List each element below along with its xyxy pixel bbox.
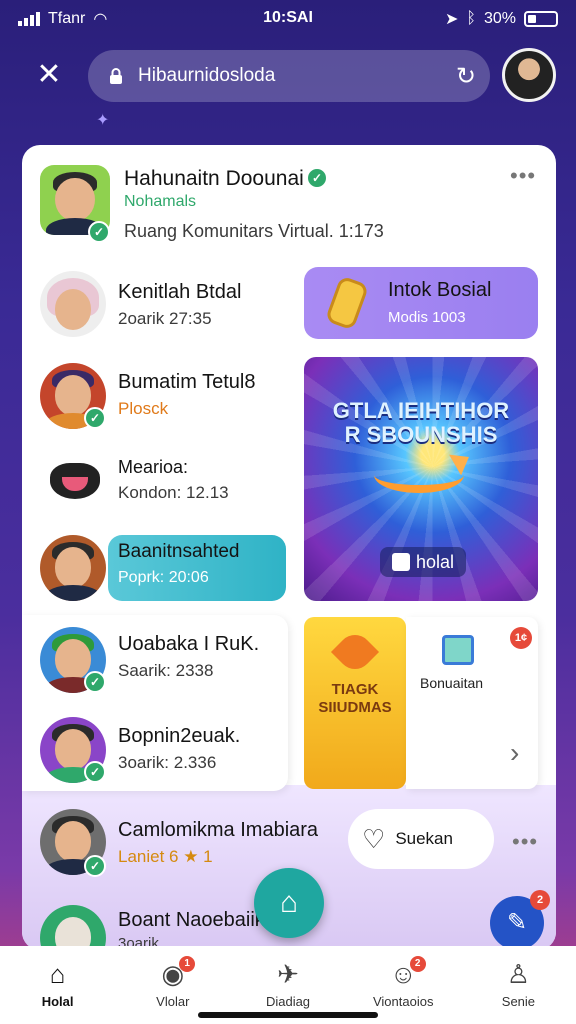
list-item-title[interactable]: Boant Naoebaiik <box>118 909 265 932</box>
list-item-title[interactable]: Bopnin2euak. <box>118 725 240 748</box>
heart-icon: ♡ <box>362 823 386 854</box>
banner-app-label: holal <box>416 552 455 572</box>
list-item-subtitle: 2oarik 27:35 <box>118 309 212 328</box>
video-icon: ◉ <box>161 959 185 989</box>
refresh-icon[interactable]: ↻ <box>456 62 476 91</box>
verified-icon: ✓ <box>84 671 106 693</box>
bluetooth-icon: ᛒ <box>466 10 476 27</box>
profile-avatar[interactable] <box>502 48 556 102</box>
remote-icon <box>324 275 370 331</box>
lock-icon <box>110 68 122 84</box>
post-subtitle: Ruang Komunitars Virtual. 1:173 <box>124 221 384 241</box>
house-icon: ⌂ <box>279 886 299 919</box>
feed-card: ✓ Hahunaitn Doounai ✓ Nohamals Ruang Kom… <box>22 145 556 950</box>
image-icon <box>442 635 474 665</box>
people-icon: ☺ <box>389 959 417 989</box>
battery-level <box>528 15 536 23</box>
game-tile[interactable]: TIAGK SIIUDMAS <box>304 617 406 789</box>
notification-badge: 2 <box>530 890 550 910</box>
promo-banner[interactable]: GTLA IEIHTIHOR R SBOUNSHIS holal <box>304 357 538 601</box>
status-right: ➤ ᛒ 30% <box>445 9 558 29</box>
compass-icon: ✈ <box>277 959 299 989</box>
music-tile[interactable]: Intok Bosial Modis 1003 <box>304 267 538 339</box>
sparkle-icon: ✦ <box>96 112 110 129</box>
more-options-icon[interactable]: ••• <box>512 829 538 855</box>
battery-label: 30% <box>483 10 516 27</box>
post-author: Hahunaitn Doounai <box>124 167 304 190</box>
chevron-right-icon[interactable]: › <box>510 737 519 769</box>
edit-icon: ✎ <box>506 909 528 936</box>
list-item-subtitle: Poprk: 20:06 <box>118 569 209 586</box>
home-icon: ⌂ <box>49 959 66 989</box>
save-chip-label: Suekan <box>395 829 453 848</box>
banner-headline: GTLA IEIHTIHOR R SBOUNSHIS <box>332 398 510 447</box>
search-text: Hibaurnidosloda <box>138 65 276 86</box>
tile-subtitle: Modis 1003 <box>388 309 466 326</box>
list-item-subtitle: Plosck <box>118 399 169 418</box>
list-item-subtitle: Laniet 6 ★ 1 <box>118 847 213 866</box>
close-icon: ✕ <box>36 58 62 91</box>
verified-icon: ✓ <box>84 855 106 877</box>
bonus-label: Bonuaitan <box>420 675 484 691</box>
verified-icon: ✓ <box>88 221 110 243</box>
bonus-tile[interactable]: Bonuaitan 1¢ › <box>406 617 538 789</box>
tab-label: Senie <box>501 994 536 1009</box>
list-item-title[interactable]: Mearioa: <box>118 457 188 478</box>
list-item-title[interactable]: Bumatim Tetul8 <box>118 371 255 394</box>
list-item-subtitle: Saarik: 2338 <box>118 661 214 680</box>
person-icon: ♙ <box>506 959 531 989</box>
list-item-subtitle: 3oarik: 2.336 <box>118 753 217 772</box>
arrow-icon <box>374 457 464 493</box>
list-item-title[interactable]: Kenitlah Btdal <box>118 281 241 304</box>
verified-icon: ✓ <box>84 407 106 429</box>
banner-app-button[interactable]: holal <box>380 547 467 577</box>
notification-badge: 2 <box>409 956 426 972</box>
tab-label: Holal <box>41 994 74 1009</box>
close-button[interactable]: ✕ <box>30 56 68 94</box>
tab-profile[interactable]: ♙ Senie <box>461 946 576 1024</box>
tab-label: Diadiag <box>265 994 311 1009</box>
list-item-subtitle: Kondon: 12.13 <box>118 483 229 502</box>
avatar[interactable] <box>40 271 106 337</box>
tab-label: Viontaoios <box>372 994 434 1009</box>
verified-icon: ✓ <box>84 761 106 783</box>
list-item-title[interactable]: Baanitnsahted <box>118 541 240 563</box>
tab-label: Vlolar <box>156 994 190 1009</box>
home-fab-button[interactable]: ⌂ <box>254 868 324 938</box>
battery-icon <box>524 11 558 27</box>
avatar[interactable] <box>40 535 106 601</box>
post-tag: Nohamals <box>124 193 197 210</box>
list-item-title[interactable]: Camlomikma Imabiara <box>118 819 318 842</box>
verified-icon: ✓ <box>306 167 328 189</box>
tile-title: Intok Bosial <box>388 279 492 301</box>
more-options-icon[interactable]: ••• <box>510 163 536 189</box>
search-bar[interactable]: Hibaurnidosloda ↻ <box>88 50 490 102</box>
game-tile-title: TIAGK SIIUDMAS <box>318 681 392 716</box>
status-bar: Tfanr ◠ 10:SAI ➤ ᛒ 30% <box>0 0 576 38</box>
list-item-title[interactable]: Uoabaka I RuK. <box>118 633 259 656</box>
emoji-avatar-icon[interactable] <box>50 463 100 499</box>
home-indicator <box>198 1012 378 1018</box>
leaf-icon <box>330 627 380 677</box>
save-chip[interactable]: ♡ Suekan <box>348 809 494 869</box>
tab-home[interactable]: ⌂ Holal <box>0 946 115 1024</box>
notification-badge: 1¢ <box>510 627 532 649</box>
app-logo-icon <box>392 553 410 571</box>
location-icon: ➤ <box>444 11 459 28</box>
